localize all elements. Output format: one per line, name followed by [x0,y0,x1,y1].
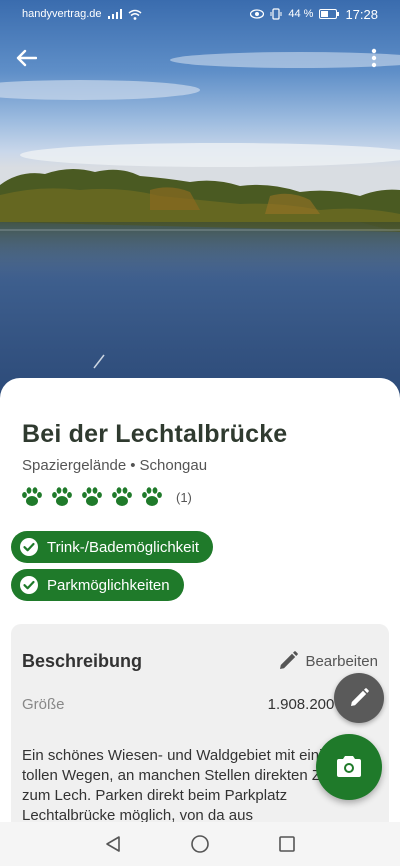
more-options-button[interactable] [358,42,390,74]
check-circle-icon [20,538,38,556]
paw-icon [112,487,132,506]
lake-landscape-illustration [0,52,400,400]
wifi-icon [128,9,141,20]
nav-back-button[interactable] [93,824,133,864]
battery-icon [319,9,340,19]
square-recents-icon [278,836,295,852]
place-subtitle: Spaziergelände • Schongau [22,457,207,474]
feature-chip-label: Parkmöglichkeiten [47,576,170,594]
paw-icon [22,487,42,506]
add-photo-fab[interactable] [316,734,382,800]
hero-photo [0,0,400,400]
battery-percent: 44 % [288,8,314,20]
triangle-back-icon [106,836,121,852]
back-arrow-icon [16,49,37,67]
camera-icon [337,756,361,777]
place-title: Bei der Lechtalbrücke [22,420,288,448]
feature-chip-water: Trink-/Bademöglichkeit [11,531,213,563]
paw-icon [82,487,102,506]
more-vert-icon [371,48,377,68]
paw-icon [52,487,72,506]
feature-chip-parking: Parkmöglichkeiten [11,569,184,601]
description-title: Beschreibung [22,651,143,671]
paw-icon [142,487,162,506]
nav-home-button[interactable] [180,824,220,864]
vibrate-icon [270,8,282,20]
place-location: Schongau [139,457,208,474]
clock: 17:28 [345,6,378,22]
eye-icon [250,9,265,19]
check-circle-icon [20,576,38,594]
edit-description-button[interactable]: Bearbeiten [277,650,378,672]
feature-chip-label: Trink-/Bademöglichkeit [47,538,199,556]
rating-count: (1) [176,489,192,505]
paw-rating[interactable]: (1) [20,485,192,509]
size-label: Größe [22,696,65,713]
system-nav-bar [0,822,400,866]
edit-fab[interactable] [334,673,384,723]
pencil-icon [280,651,299,669]
edit-label: Bearbeiten [305,652,378,670]
pencil-icon [351,688,369,706]
place-category: Spaziergelände [22,457,127,474]
subtitle-separator: • [130,457,136,474]
circle-home-icon [191,835,209,853]
signal-icon [107,9,122,19]
status-bar: handyvertrag.de 44 % 17:28 [0,0,400,28]
back-button[interactable] [10,42,42,74]
carrier-label: handyvertrag.de [22,8,102,20]
nav-recents-button[interactable] [267,824,307,864]
